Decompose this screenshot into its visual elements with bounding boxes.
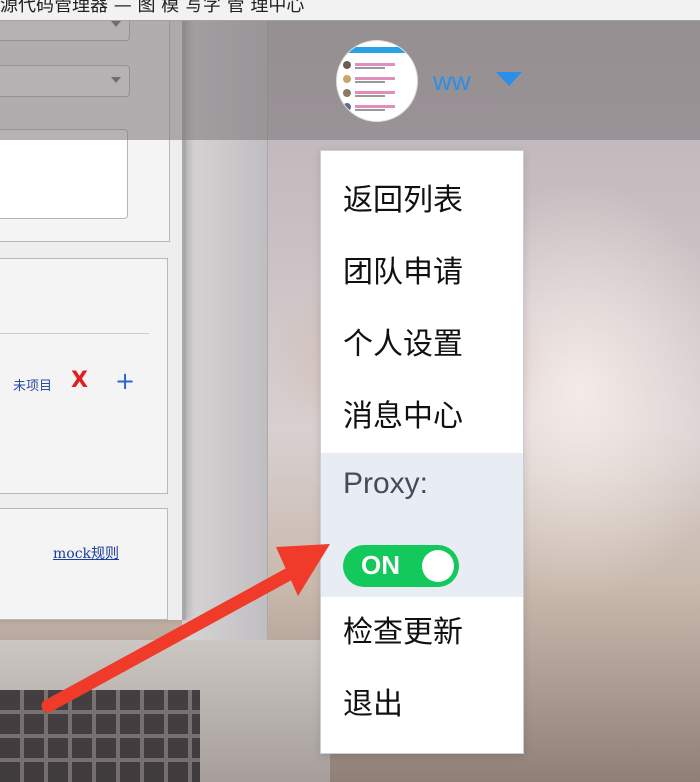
proxy-label: Proxy:	[343, 467, 429, 500]
menu-item-team-apply[interactable]: 团队申请	[321, 237, 523, 309]
window-title-bar: 源代码管理器 — 图 模 写字 管 理中心	[0, 0, 700, 21]
remove-icon[interactable]: X	[71, 368, 88, 393]
menu-item-logout[interactable]: 退出	[321, 669, 523, 741]
textarea-field[interactable]	[0, 129, 128, 219]
avatar-image-bar	[345, 47, 409, 53]
proxy-toggle[interactable]: ON	[343, 545, 459, 587]
laptop-keyboard	[0, 690, 200, 782]
mock-rules-link[interactable]: mock规则	[53, 543, 119, 563]
avatar-image-row	[343, 89, 395, 97]
avatar[interactable]	[336, 40, 418, 122]
proxy-section: Proxy: ON	[321, 453, 523, 597]
add-icon[interactable]: +	[115, 367, 135, 395]
rule-panel: mock规则	[0, 508, 168, 620]
toggle-knob	[422, 550, 454, 582]
item-panel: 未项目 X +	[0, 258, 168, 494]
status-text: 未项目	[13, 379, 53, 394]
menu-item-back-to-list[interactable]: 返回列表	[321, 165, 523, 237]
caret-down-icon[interactable]	[496, 72, 522, 86]
username-label[interactable]: ww	[433, 66, 471, 97]
menu-item-personal-settings[interactable]: 个人设置	[321, 309, 523, 381]
menu-item-message-center[interactable]: 消息中心	[321, 381, 523, 453]
avatar-image-row	[343, 103, 395, 111]
divider	[0, 333, 149, 334]
user-dropdown-menu: 返回列表 团队申请 个人设置 消息中心 Proxy: ON 检查更新 退出	[320, 150, 524, 754]
window-title: 源代码管理器 — 图 模 写字 管 理中心	[0, 0, 305, 16]
proxy-toggle-label: ON	[361, 550, 400, 580]
avatar-image-row	[343, 61, 395, 69]
avatar-image-row	[343, 75, 395, 83]
menu-item-check-update[interactable]: 检查更新	[321, 597, 523, 669]
